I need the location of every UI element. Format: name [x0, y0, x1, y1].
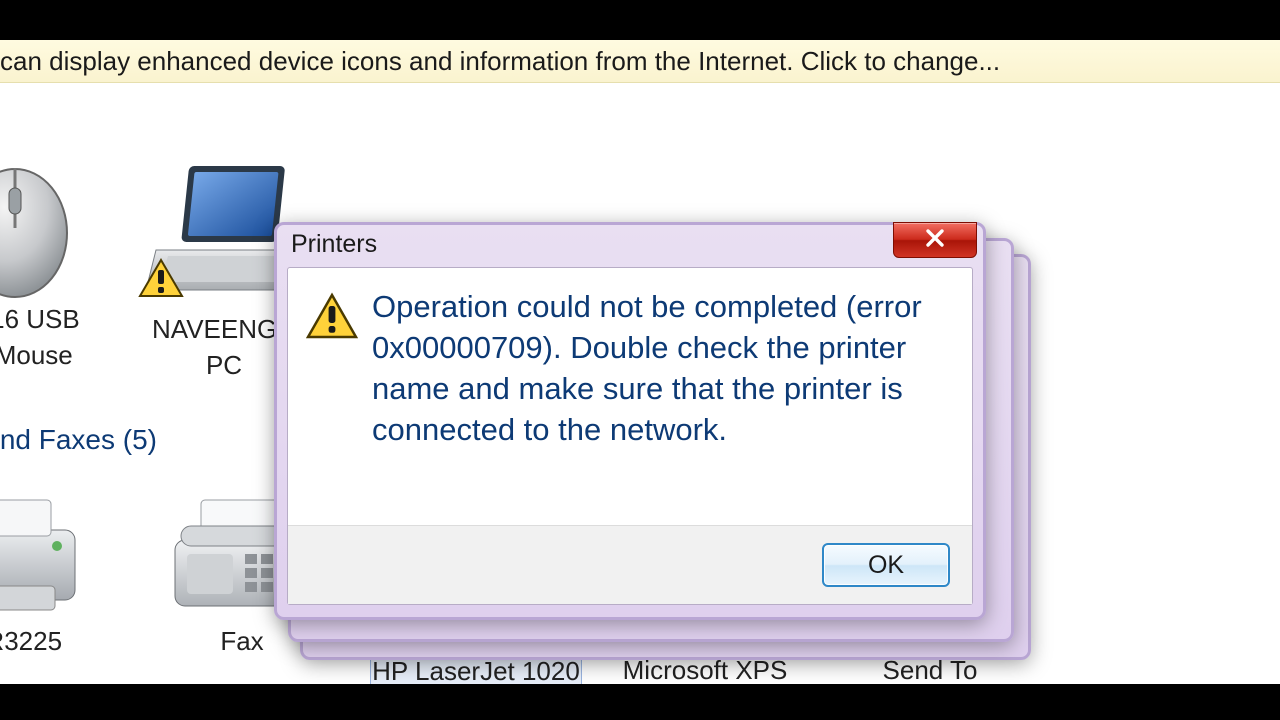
printer-item[interactable]: n iR3225	[0, 490, 110, 656]
device-label: al Mouse	[0, 340, 120, 370]
letterbox-bottom	[0, 684, 1280, 720]
dialog-body: Operation could not be completed (error …	[288, 268, 972, 526]
dialog-message: Operation could not be completed (error …	[372, 286, 946, 516]
section-header-printers-text: Printers and Faxes (5)	[0, 424, 157, 455]
warning-icon	[306, 286, 372, 516]
ok-button[interactable]: OK	[822, 543, 950, 587]
device-item-mouse[interactable]: S116 USB al Mouse	[0, 158, 120, 370]
dialog-footer: OK	[288, 525, 972, 604]
error-dialog: Printers Operation could not be complete…	[274, 222, 986, 620]
close-icon	[924, 227, 946, 254]
printer-icon	[0, 490, 85, 620]
device-label: S116 USB	[0, 304, 120, 334]
dialog-title: Printers	[291, 230, 377, 259]
warning-badge-icon	[138, 258, 184, 298]
dialog-client: Operation could not be completed (error …	[287, 267, 973, 605]
devices-and-printers-window: can display enhanced device icons and in…	[0, 40, 1280, 684]
letterbox-top	[0, 0, 1280, 40]
info-bar[interactable]: can display enhanced device icons and in…	[0, 40, 1280, 83]
printer-label: HP LaserJet 1020	[371, 656, 581, 684]
section-header-printers: Printers and Faxes (5)	[0, 424, 157, 456]
printer-label: n iR3225	[0, 626, 110, 656]
dialog-titlebar[interactable]: Printers	[277, 225, 983, 263]
close-button[interactable]	[893, 222, 977, 258]
mouse-icon	[0, 158, 80, 298]
